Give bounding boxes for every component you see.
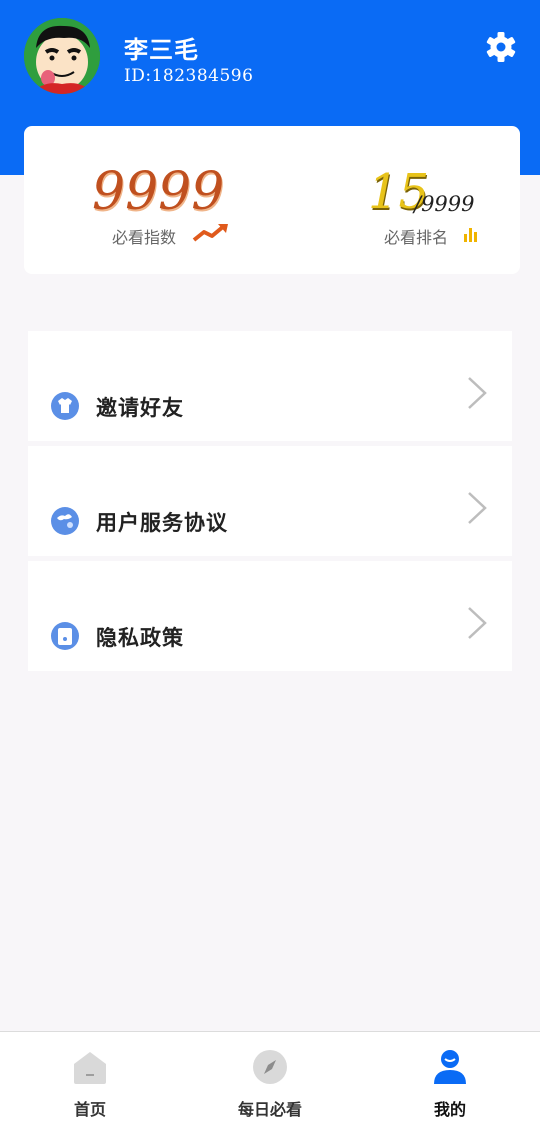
nav-label: 每日必看 — [237, 1100, 302, 1119]
index-stat[interactable]: 9999 必看指数 — [24, 126, 272, 274]
settings-button[interactable] — [484, 30, 518, 64]
avatar[interactable] — [24, 18, 100, 94]
menu-item-label: 隐私政策 — [96, 626, 184, 650]
document-icon — [51, 622, 79, 650]
chevron-right-icon — [468, 607, 487, 639]
index-value: 9999 — [92, 162, 225, 222]
compass-icon — [253, 1050, 287, 1084]
menu-item-label: 邀请好友 — [96, 396, 184, 420]
rank-total: /9999 — [414, 192, 475, 216]
user-name: 李三毛 — [124, 36, 199, 64]
bottom-nav: 首页 每日必看 我的 — [0, 1031, 540, 1130]
menu-item-privacy-policy[interactable]: 隐私政策 — [28, 561, 512, 671]
menu-item-invite-friends[interactable]: 邀请好友 — [28, 331, 512, 441]
menu-item-user-agreement[interactable]: 用户服务协议 — [28, 446, 512, 556]
stats-card: 9999 必看指数 15 /9999 必看排名 — [24, 126, 520, 274]
home-icon — [74, 1052, 106, 1084]
nav-item-home[interactable]: 首页 — [0, 1032, 180, 1130]
bar-chart-icon — [464, 228, 477, 242]
rank-label: 必看排名 — [384, 228, 449, 247]
nav-label: 我的 — [433, 1100, 466, 1119]
user-icon — [434, 1050, 466, 1084]
trend-up-icon — [192, 224, 228, 242]
cartoon-avatar-icon — [24, 18, 100, 94]
invite-shirt-icon — [51, 392, 79, 420]
gear-icon — [486, 32, 516, 62]
chevron-right-icon — [468, 377, 487, 409]
nav-item-daily[interactable]: 每日必看 — [180, 1032, 360, 1130]
chevron-right-icon — [468, 492, 487, 524]
globe-icon — [51, 507, 79, 535]
index-label: 必看指数 — [112, 228, 177, 247]
nav-label: 首页 — [73, 1100, 106, 1119]
profile-page: 李三毛 ID:182384596 9999 必看指数 15 /9999 必看排名… — [0, 0, 540, 1130]
rank-stat[interactable]: 15 /9999 必看排名 — [272, 126, 520, 274]
user-id: ID:182384596 — [124, 66, 254, 86]
menu-item-label: 用户服务协议 — [96, 511, 228, 535]
nav-item-mine[interactable]: 我的 — [360, 1032, 540, 1130]
